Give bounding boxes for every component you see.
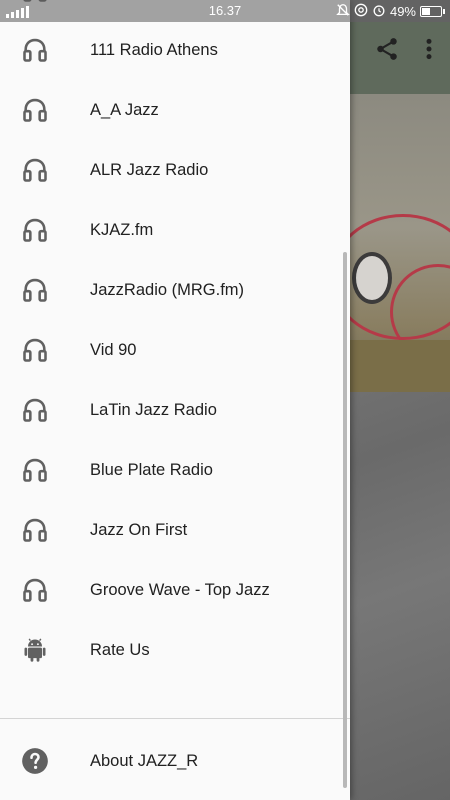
drawer-item-label: JazzRadio (MRG.fm) (90, 280, 245, 299)
drawer-item-label: KJAZ.fm (90, 220, 154, 239)
drawer-item[interactable]: Vid 90 (0, 320, 350, 380)
more-vert-icon[interactable] (422, 36, 436, 67)
headphones-icon (20, 335, 50, 365)
battery-icon (420, 6, 445, 17)
app-toolbar-actions (374, 36, 436, 67)
status-bar: 16.37 49% (0, 0, 450, 22)
drawer-item[interactable]: Jazz On First (0, 500, 350, 560)
headphones-icon (20, 455, 50, 485)
mute-icon (336, 3, 350, 20)
headphones-icon (20, 275, 50, 305)
drawer-item-about[interactable]: About JAZZ_R (0, 731, 350, 791)
drawer-item[interactable]: Blue Plate Radio (0, 440, 350, 500)
drawer-item-label: LaTin Jazz Radio (90, 400, 217, 419)
drawer-item-label: 111 Radio Athens (90, 40, 218, 59)
drawer-item-label: A_A Jazz (90, 100, 159, 119)
drawer-station-list: ABC Relax New111 Radio AthensA_A JazzALR… (0, 0, 350, 680)
headphones-icon (20, 95, 50, 125)
drawer-item[interactable]: LaTin Jazz Radio (0, 380, 350, 440)
drawer-item-label: Blue Plate Radio (90, 460, 213, 479)
navigation-drawer: ABC Relax New111 Radio AthensA_A JazzALR… (0, 0, 350, 800)
drawer-scrollbar[interactable] (343, 252, 347, 788)
drawer-item-label: Vid 90 (90, 340, 137, 359)
drawer-item[interactable]: 111 Radio Athens (0, 20, 350, 80)
battery-percent: 49% (389, 4, 416, 19)
headphones-icon (20, 395, 50, 425)
drawer-item[interactable]: Rate Us (0, 620, 350, 680)
drawer-item[interactable]: ALR Jazz Radio (0, 140, 350, 200)
drawer-divider (0, 718, 350, 719)
artwork-headphone (352, 252, 392, 304)
drawer-item[interactable]: KJAZ.fm (0, 200, 350, 260)
headphones-icon (20, 215, 50, 245)
drawer-item-label: Groove Wave - Top Jazz (90, 580, 270, 599)
help-icon (20, 746, 50, 776)
headphones-icon (20, 515, 50, 545)
headphones-icon (20, 155, 50, 185)
headphones-icon (20, 35, 50, 65)
share-icon[interactable] (374, 36, 400, 67)
drawer-item-label: About JAZZ_R (90, 751, 199, 770)
drawer-item[interactable]: JazzRadio (MRG.fm) (0, 260, 350, 320)
drawer-item-label: Jazz On First (90, 520, 188, 539)
artwork-shelf (350, 340, 450, 392)
drawer-item[interactable]: A_A Jazz (0, 80, 350, 140)
android-icon (20, 635, 50, 665)
at-icon (354, 3, 368, 20)
drawer-item-label: Rate Us (90, 640, 150, 659)
drawer-item[interactable]: Groove Wave - Top Jazz (0, 560, 350, 620)
headphones-icon (20, 575, 50, 605)
drawer-item-label: ALR Jazz Radio (90, 160, 209, 179)
alarm-icon (372, 3, 386, 20)
